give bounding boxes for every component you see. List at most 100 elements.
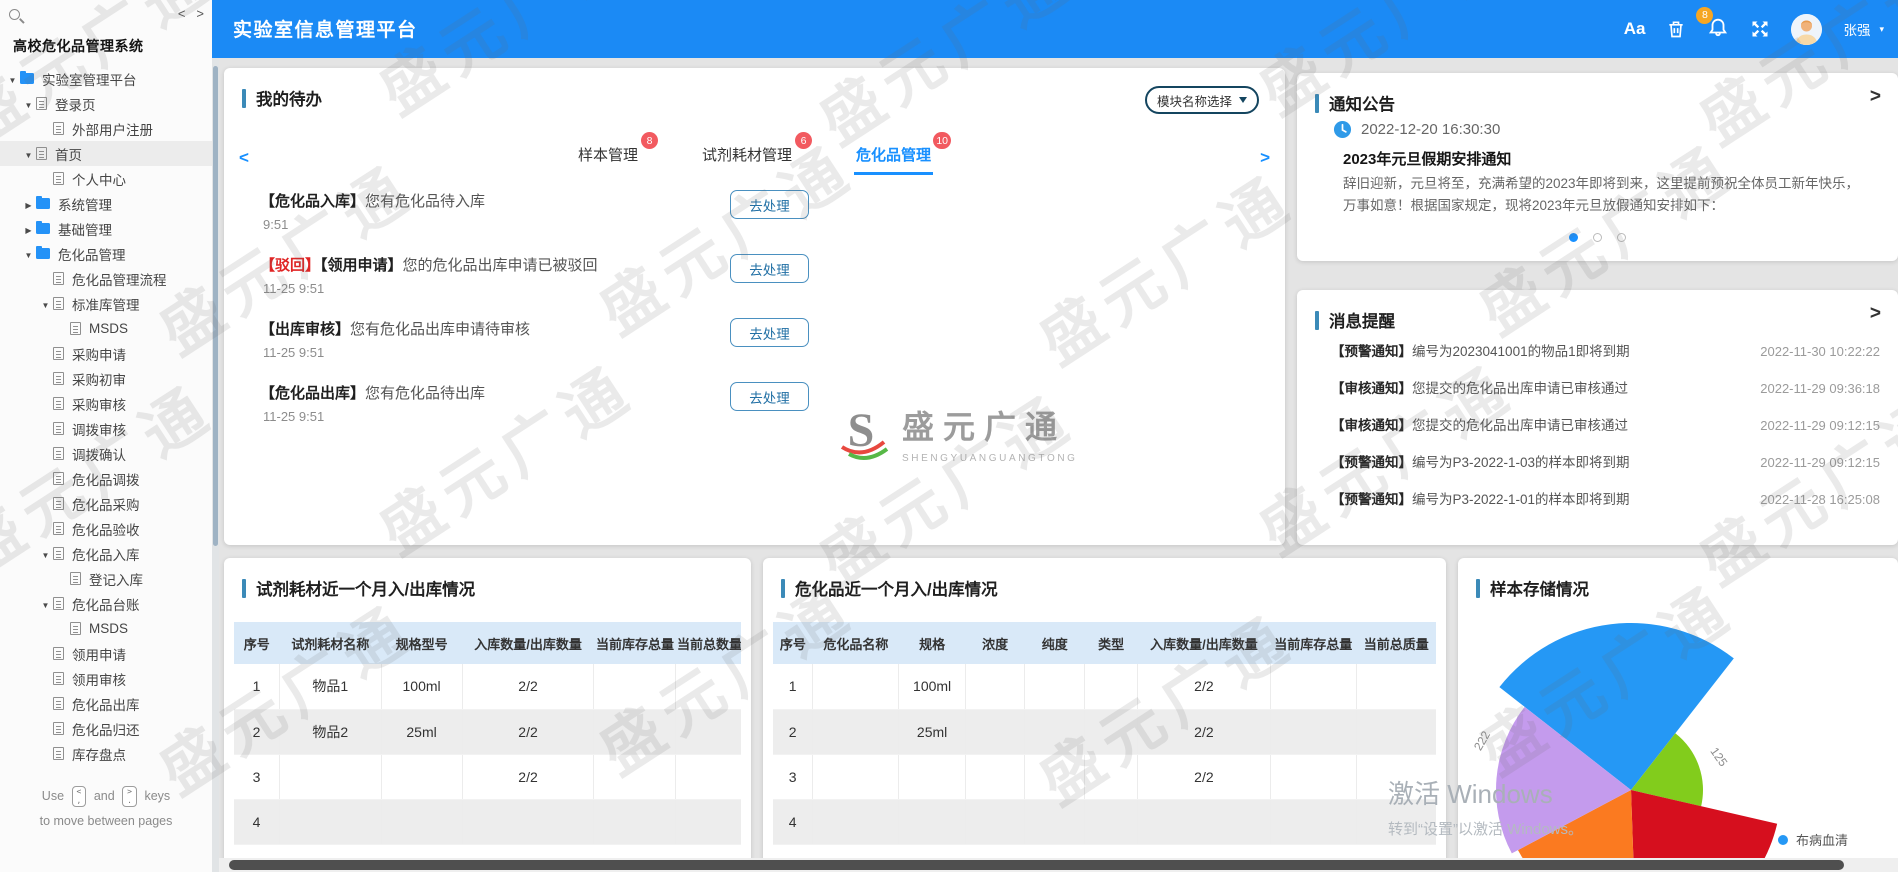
tree-item[interactable]: 基础管理 (0, 216, 212, 241)
tree-item[interactable]: 采购审核 (0, 391, 212, 416)
expand-arrow-icon[interactable] (38, 596, 53, 611)
pagination-dot[interactable] (1569, 233, 1578, 242)
tree-item-label: 外部用户注册 (72, 122, 153, 138)
horizontal-scrollbar-thumb[interactable] (229, 860, 1844, 870)
tab-hazmat-management[interactable]: 危化品管理 10 (854, 132, 952, 175)
expand-arrow-icon[interactable] (5, 71, 20, 86)
doc-icon (53, 722, 64, 735)
expand-arrow-icon[interactable] (21, 221, 36, 236)
handle-button[interactable]: 去处理 (730, 190, 809, 219)
tree-item[interactable]: 领用审核 (0, 666, 212, 691)
table-row: 1 100ml 2/2 (773, 664, 1436, 710)
message-item[interactable]: 【预警通知】编号为2023041001的物品1即将到期 2022-11-30 10… (1331, 340, 1880, 360)
tree-item[interactable]: 系统管理 (0, 191, 212, 216)
tree-item[interactable]: 危化品采购 (0, 491, 212, 516)
message-item[interactable]: 【审核通知】您提交的危化品出库申请已审核通过 2022-11-29 09:12:1… (1331, 414, 1880, 434)
handle-button[interactable]: 去处理 (730, 382, 809, 411)
font-size-icon[interactable]: Aa (1624, 19, 1646, 39)
tree-item[interactable]: 采购申请 (0, 341, 212, 366)
notice-more-arrow[interactable]: > (1870, 86, 1881, 108)
svg-text:222: 222 (1471, 728, 1493, 753)
sample-storage-title: 样本存储情况 (1476, 576, 1589, 600)
message-item[interactable]: 【审核通知】您提交的危化品出库申请已审核通过 2022-11-29 09:36:1… (1331, 377, 1880, 397)
tree-item[interactable]: 危化品验收 (0, 516, 212, 541)
tree-item[interactable]: 登记入库 (0, 566, 212, 591)
column-header: 当前库存总量 (593, 622, 676, 664)
tree-item[interactable]: 登录页 (0, 91, 212, 116)
expand-arrow-icon[interactable] (21, 146, 36, 161)
tree-item[interactable]: 危化品管理 (0, 241, 212, 266)
tree-item[interactable]: 危化品台账 (0, 591, 212, 616)
trash-icon[interactable] (1666, 19, 1686, 39)
sidebar-prev-button[interactable]: < (178, 6, 186, 21)
keyboard-hint: Use <, and >. keys to move between pages (39, 786, 173, 828)
doc-icon (53, 472, 64, 485)
expand-arrow-icon[interactable] (38, 296, 53, 311)
tree-item[interactable]: 实验室管理平台 (0, 66, 212, 91)
tree-item[interactable]: 外部用户注册 (0, 116, 212, 141)
message-item[interactable]: 【预警通知】编号为P3-2022-1-03的样本即将到期 2022-11-29 0… (1331, 451, 1880, 471)
tree-item[interactable]: 个人中心 (0, 166, 212, 191)
sample-storage-panel: 样本存储情况 125222 布病血清 宏基因组样本 (1458, 558, 1898, 872)
tree-item[interactable]: 危化品管理流程 (0, 266, 212, 291)
pagination-dot[interactable] (1617, 233, 1626, 242)
column-header: 入库数量/出库数量 (462, 622, 594, 664)
tree-item-label: 采购申请 (72, 347, 126, 363)
doc-icon (53, 597, 64, 610)
user-name[interactable]: 张强 (1843, 19, 1870, 39)
notice-item-title[interactable]: 2023年元旦假期安排通知 (1343, 148, 1511, 169)
tab-reagent-management[interactable]: 试剂耗材管理 6 (700, 132, 812, 175)
legend-item[interactable]: 布病血清 (1778, 830, 1874, 849)
tree-item[interactable]: 库存盘点 (0, 741, 212, 766)
message-time: 2022-11-30 10:22:22 (1760, 344, 1880, 359)
tree-item[interactable]: 调拨审核 (0, 416, 212, 441)
tree-item[interactable]: MSDS (0, 616, 212, 641)
tree-item-label: 采购初审 (72, 372, 126, 388)
tree-item-label: 领用审核 (72, 672, 126, 688)
doc-icon (53, 447, 64, 460)
doc-icon (53, 672, 64, 685)
tree-item[interactable]: 采购初审 (0, 366, 212, 391)
expand-arrow-icon[interactable] (21, 246, 36, 261)
tree-item-label: 危化品台账 (72, 597, 140, 613)
message-time: 2022-11-28 16:25:08 (1760, 492, 1880, 507)
tree-item[interactable]: 危化品出库 (0, 691, 212, 716)
tree-item-active[interactable]: 首页 (0, 141, 212, 166)
handle-button[interactable]: 去处理 (730, 254, 809, 283)
tree-item[interactable]: 领用申请 (0, 641, 212, 666)
column-header: 规格型号 (381, 622, 463, 664)
messages-more-arrow[interactable]: > (1870, 303, 1881, 325)
horizontal-scrollbar (219, 858, 1898, 872)
fullscreen-icon[interactable] (1750, 19, 1770, 39)
pagination-dot[interactable] (1593, 233, 1602, 242)
notifications-bell-icon[interactable]: 8 (1696, 6, 1729, 43)
doc-icon (53, 272, 64, 285)
tab-sample-management[interactable]: 样本管理 8 (576, 132, 658, 175)
notice-date[interactable]: 2022-12-20 16:30:30 (1333, 120, 1500, 139)
vertical-scrollbar-thumb[interactable] (213, 66, 218, 546)
module-select-dropdown[interactable]: 模块名称选择 (1145, 86, 1259, 114)
tree-item[interactable]: 危化品调拨 (0, 466, 212, 491)
tree-item[interactable]: 危化品归还 (0, 716, 212, 741)
user-avatar[interactable] (1791, 13, 1823, 45)
tree-item-label: 调拨审核 (72, 422, 126, 438)
expand-arrow-icon[interactable] (21, 196, 36, 211)
sidebar-pager: < > (178, 6, 204, 21)
doc-icon (36, 147, 47, 160)
tree-item[interactable]: 调拨确认 (0, 441, 212, 466)
search-icon[interactable] (9, 9, 20, 20)
user-menu-caret-icon[interactable]: ▾ (1879, 24, 1884, 35)
sidebar-next-button[interactable]: > (196, 6, 204, 21)
expand-arrow-icon[interactable] (21, 96, 36, 111)
expand-arrow-icon[interactable] (38, 546, 53, 561)
column-header: 试剂耗材名称 (279, 622, 382, 664)
table-header-row: 序号 试剂耗材名称 规格型号 入库数量/出库数量 当前库存总量 当前总数量 (234, 622, 741, 664)
tree-item-label: 基础管理 (58, 222, 112, 238)
tree-item[interactable]: 危化品入库 (0, 541, 212, 566)
tree-item[interactable]: 标准库管理 (0, 291, 212, 316)
tree-item[interactable]: MSDS (0, 316, 212, 341)
message-item[interactable]: 【预警通知】编号为P3-2022-1-01的样本即将到期 2022-11-28 1… (1331, 488, 1880, 508)
table-row: 1 物品1 100ml 2/2 (234, 664, 741, 710)
reagent-table-title: 试剂耗材近一个月入/出库情况 (242, 576, 475, 600)
handle-button[interactable]: 去处理 (730, 318, 809, 347)
